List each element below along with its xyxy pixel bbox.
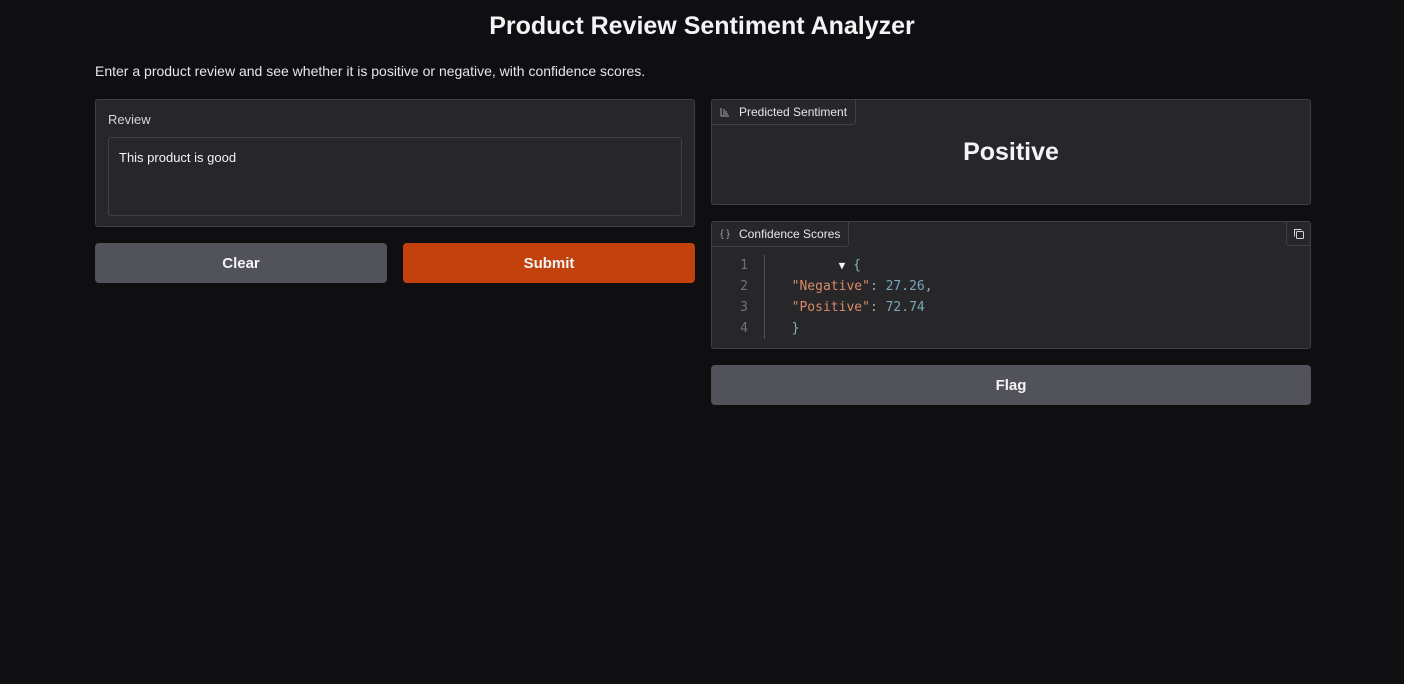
json-value: 72.74 [885, 300, 925, 315]
json-braces-icon: { } [720, 228, 730, 240]
label-icon [719, 107, 731, 117]
predicted-sentiment-panel: Predicted Sentiment Positive [711, 99, 1311, 205]
page-title: Product Review Sentiment Analyzer [489, 12, 915, 40]
line-number: 4 [740, 321, 748, 336]
code-line: 3 "Positive": 72.74 [712, 297, 1310, 318]
sentiment-value: Positive [963, 138, 1059, 166]
flag-button[interactable]: Flag [711, 365, 1311, 405]
line-number: 1 [740, 258, 748, 273]
predicted-sentiment-tab: Predicted Sentiment [712, 100, 857, 125]
copy-icon [1293, 228, 1304, 239]
predicted-sentiment-label: Predicted Sentiment [739, 105, 848, 119]
json-close-brace: } [791, 321, 800, 336]
review-textarea[interactable]: This product is good [108, 137, 682, 216]
review-label: Review [108, 112, 151, 127]
clear-button[interactable]: Clear [95, 243, 387, 283]
copy-button[interactable] [1286, 222, 1310, 246]
json-open-brace: { [853, 258, 861, 273]
code-line: 1 ▼ { [712, 255, 1310, 276]
submit-button[interactable]: Submit [403, 243, 695, 283]
collapse-toggle-icon[interactable]: ▼ [839, 259, 846, 272]
line-number: 3 [740, 300, 748, 315]
json-value: 27.26 [885, 279, 925, 294]
page-description: Enter a product review and see whether i… [95, 63, 646, 79]
review-input-panel: Review This product is good [95, 99, 695, 227]
code-line: 2 "Negative": 27.26, [712, 276, 1310, 297]
code-line: 4 } [712, 318, 1310, 339]
line-number: 2 [740, 279, 748, 294]
confidence-scores-panel: { } Confidence Scores 1 ▼ { 2 "Negative"… [711, 221, 1311, 349]
confidence-scores-label: Confidence Scores [739, 227, 841, 241]
json-viewer: 1 ▼ { 2 "Negative": 27.26, 3 "Positive":… [712, 255, 1310, 339]
json-key: "Positive" [791, 300, 870, 315]
json-key: "Negative" [791, 279, 870, 294]
